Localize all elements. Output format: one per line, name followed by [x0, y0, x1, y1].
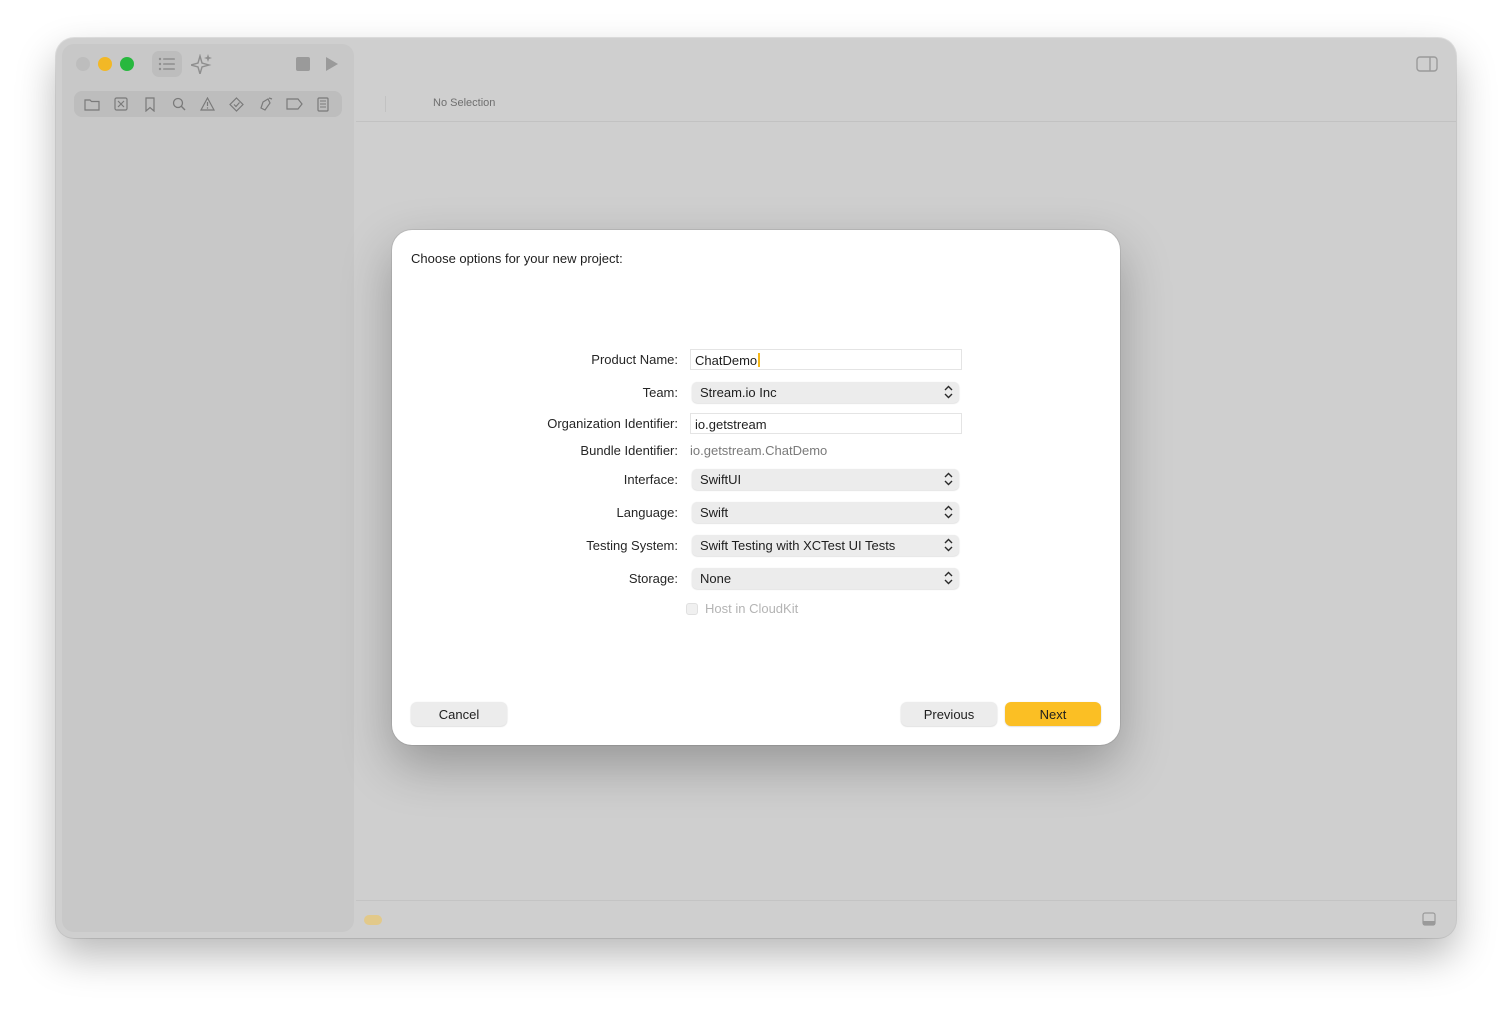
- play-icon: [326, 57, 338, 71]
- zoom-window-button[interactable]: [120, 57, 134, 71]
- up-down-chevron-icon: [944, 472, 953, 486]
- storage-row: Storage: None: [392, 568, 1120, 590]
- host-in-cloudkit-label: Host in CloudKit: [705, 601, 799, 616]
- debug-bar: [356, 900, 1456, 938]
- filter-indicator[interactable]: [364, 915, 382, 925]
- navigator-selector-bar: [74, 91, 342, 117]
- team-popup[interactable]: Stream.io Inc: [692, 382, 959, 403]
- minimize-window-button[interactable]: [98, 57, 112, 71]
- test-icon[interactable]: [226, 93, 248, 115]
- language-label: Language:: [616, 505, 678, 520]
- testing-system-popup[interactable]: Swift Testing with XCTest UI Tests: [692, 535, 959, 556]
- debug-area-toggle-icon[interactable]: [1422, 912, 1436, 926]
- up-down-chevron-icon: [944, 538, 953, 552]
- up-down-chevron-icon: [944, 505, 953, 519]
- stop-button[interactable]: [290, 51, 316, 77]
- new-project-options-dialog: Choose options for your new project: Pro…: [392, 230, 1120, 745]
- team-row: Team: Stream.io Inc: [392, 382, 1120, 404]
- interface-row: Interface: SwiftUI: [392, 469, 1120, 491]
- search-icon[interactable]: [168, 93, 190, 115]
- storage-label: Storage:: [628, 571, 678, 586]
- sparkle-icon: [191, 54, 212, 74]
- team-label: Team:: [642, 385, 678, 400]
- cancel-button[interactable]: Cancel: [411, 702, 507, 726]
- interface-popup[interactable]: SwiftUI: [692, 469, 959, 490]
- language-value: Swift: [700, 505, 729, 520]
- sidebar-toggle-icon: [158, 57, 175, 71]
- bundle-identifier-row: Bundle Identifier: io.getstream.ChatDemo: [392, 440, 1120, 462]
- organization-identifier-label: Organization Identifier:: [547, 416, 678, 431]
- text-caret: [758, 353, 761, 367]
- close-window-button[interactable]: [76, 57, 90, 71]
- dialog-title: Choose options for your new project:: [411, 251, 623, 266]
- warning-icon[interactable]: [197, 93, 219, 115]
- bundle-identifier-label: Bundle Identifier:: [580, 443, 678, 458]
- testing-system-row: Testing System: Swift Testing with XCTes…: [392, 535, 1120, 557]
- product-name-field[interactable]: ChatDemo: [690, 349, 962, 370]
- language-row: Language: Swift: [392, 502, 1120, 524]
- inspector-toggle-icon: [1416, 56, 1438, 72]
- organization-identifier-row: Organization Identifier: io.getstream: [392, 413, 1120, 435]
- host-in-cloudkit-checkbox: [686, 603, 698, 615]
- up-down-chevron-icon: [944, 385, 953, 399]
- sidebar-toggle-button[interactable]: [152, 51, 182, 77]
- team-value: Stream.io Inc: [700, 385, 777, 400]
- folder-icon[interactable]: [81, 93, 103, 115]
- testing-system-value: Swift Testing with XCTest UI Tests: [700, 538, 896, 553]
- previous-button[interactable]: Previous: [901, 702, 997, 726]
- interface-value: SwiftUI: [700, 472, 742, 487]
- organization-identifier-field[interactable]: io.getstream: [690, 413, 962, 434]
- breakpoint-icon[interactable]: [284, 93, 306, 115]
- up-down-chevron-icon: [944, 571, 953, 585]
- product-name-label: Product Name:: [591, 352, 678, 367]
- next-button[interactable]: Next: [1005, 702, 1101, 726]
- product-name-value: ChatDemo: [695, 353, 758, 368]
- run-button[interactable]: [319, 51, 345, 77]
- storage-popup[interactable]: None: [692, 568, 959, 589]
- testing-system-label: Testing System:: [586, 538, 678, 553]
- editor-jump-bar: No Selection: [356, 86, 1456, 122]
- bookmark-icon[interactable]: [139, 93, 161, 115]
- divider: [385, 96, 386, 112]
- stop-icon: [296, 57, 310, 71]
- language-popup[interactable]: Swift: [692, 502, 959, 523]
- storage-value: None: [700, 571, 732, 586]
- source-control-icon[interactable]: [110, 93, 132, 115]
- product-name-row: Product Name: ChatDemo: [392, 349, 1120, 371]
- report-icon[interactable]: [312, 93, 334, 115]
- debug-icon[interactable]: [255, 93, 277, 115]
- interface-label: Interface:: [623, 472, 678, 487]
- coding-assistant-button[interactable]: [189, 51, 215, 77]
- no-selection-label: No Selection: [433, 97, 496, 109]
- inspector-toggle-button[interactable]: [1414, 52, 1440, 76]
- bundle-identifier-value: io.getstream.ChatDemo: [690, 443, 828, 458]
- navigator-sidebar: [62, 44, 354, 932]
